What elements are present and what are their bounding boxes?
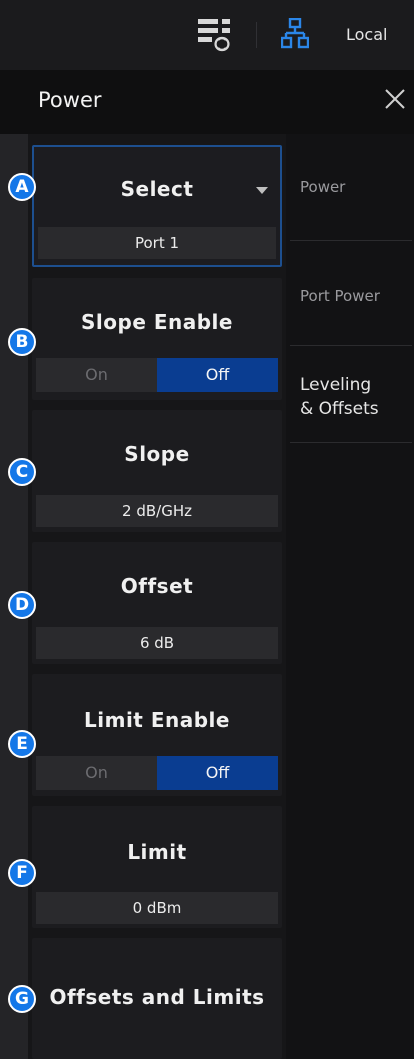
limit-enable-on-option[interactable]: On [36, 756, 157, 790]
callout-badge-e: E [8, 730, 36, 758]
slope-enable-on-option[interactable]: On [36, 358, 157, 392]
callout-badge-a: A [8, 173, 36, 201]
network-icon[interactable] [281, 18, 309, 50]
offsets-and-limits-card[interactable]: Offsets and Limits [32, 938, 282, 1059]
limit-title: Limit [127, 840, 187, 864]
window-layout-icon[interactable] [196, 16, 232, 52]
slope-enable-title: Slope Enable [81, 310, 233, 334]
slope-title: Slope [124, 442, 190, 466]
slope-enable-card: Slope Enable On Off [32, 278, 282, 400]
chevron-down-icon[interactable] [256, 187, 268, 194]
close-icon[interactable] [382, 86, 408, 112]
slope-card[interactable]: Slope 2 dB/GHz [32, 410, 282, 532]
offset-value[interactable]: 6 dB [36, 627, 278, 659]
side-nav-power-label: Power [300, 178, 346, 196]
panel-header: Power [0, 70, 414, 134]
limit-card[interactable]: Limit 0 dBm [32, 806, 282, 928]
limit-enable-off-option[interactable]: Off [157, 756, 278, 790]
offset-title: Offset [120, 574, 194, 598]
select-value[interactable]: Port 1 [38, 227, 276, 259]
callout-badge-c: C [8, 458, 36, 486]
side-nav-port-power-label: Port Power [300, 287, 380, 305]
toolbar-divider [256, 22, 257, 48]
top-toolbar: Local [0, 0, 414, 70]
side-nav-leveling-label-line1: Leveling [300, 375, 372, 395]
limit-enable-card: Limit Enable On Off [32, 674, 282, 796]
side-nav-port-power[interactable]: Port Power [286, 241, 414, 345]
panel-title: Power [38, 88, 102, 112]
limit-enable-title: Limit Enable [84, 708, 230, 732]
slope-value[interactable]: 2 dB/GHz [36, 495, 278, 527]
callout-badge-f: F [8, 859, 36, 887]
limit-enable-toggle[interactable]: On Off [36, 756, 278, 790]
callout-badge-b: B [8, 328, 36, 356]
side-nav-power[interactable]: Power [286, 134, 414, 240]
limit-value[interactable]: 0 dBm [36, 892, 278, 924]
offsets-and-limits-title: Offsets and Limits [49, 985, 265, 1009]
callout-badge-d: D [8, 591, 36, 619]
slope-enable-off-option[interactable]: Off [157, 358, 278, 392]
side-nav-leveling-offsets[interactable]: Leveling & Offsets [286, 346, 414, 442]
side-nav-leveling-label-line2: & Offsets [300, 399, 379, 419]
select-card[interactable]: Select Port 1 [32, 145, 282, 267]
side-nav-divider [290, 442, 412, 443]
callout-badge-g: G [8, 985, 36, 1013]
local-status-label[interactable]: Local [346, 25, 387, 44]
slope-enable-toggle[interactable]: On Off [36, 358, 278, 392]
offset-card[interactable]: Offset 6 dB [32, 542, 282, 664]
select-title: Select [120, 177, 194, 201]
